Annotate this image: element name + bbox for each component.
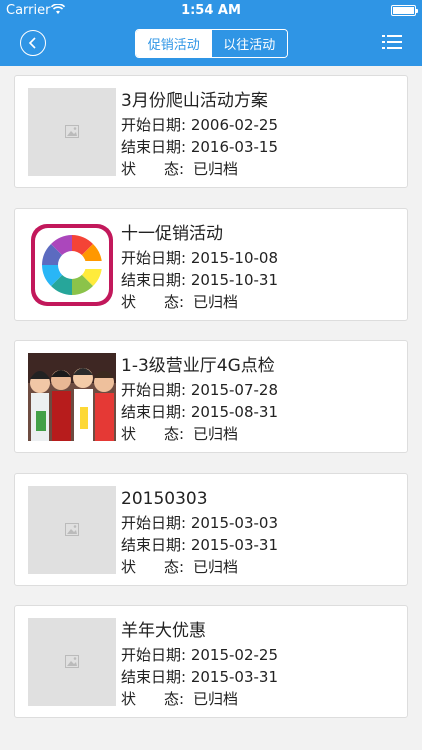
clock: 1:54 AM [181, 3, 241, 18]
start-date-value: 2015-02-25 [190, 646, 279, 664]
activity-thumbnail [28, 486, 116, 574]
end-date-value: 2015-03-31 [190, 668, 279, 686]
end-date-row: 结束日期: 2015-08-31 [121, 401, 403, 423]
tab-past-promotions[interactable]: 以往活动 [211, 30, 287, 57]
status-value: 已归档 [193, 690, 239, 708]
status-label-char2: 态: [164, 293, 185, 311]
end-date-label: 结束日期: [121, 271, 191, 289]
end-date-value: 2015-10-31 [190, 271, 279, 289]
status-label-char1: 状 [121, 558, 137, 576]
status-row: 状 态: 已归档 [121, 158, 403, 180]
tab-current-promotions[interactable]: 促销活动 [136, 30, 212, 57]
activity-title: 1-3级营业厅4G点检 [121, 356, 275, 376]
start-date-label: 开始日期: [121, 514, 191, 532]
start-date-row: 开始日期: 2015-02-25 [121, 644, 403, 666]
status-label-char2: 态: [164, 425, 185, 443]
status-label: 状 态: [121, 423, 193, 445]
activity-card[interactable]: 1-3级营业厅4G点检 开始日期: 2015-07-28 结束日期: 2015-… [14, 340, 408, 453]
activity-card[interactable]: 3月份爬山活动方案 开始日期: 2006-02-25 结束日期: 2016-03… [14, 75, 408, 188]
status-row: 状 态: 已归档 [121, 688, 403, 710]
status-label-char2: 态: [164, 558, 185, 576]
start-date-row: 开始日期: 2015-07-28 [121, 379, 403, 401]
end-date-label: 结束日期: [121, 536, 191, 554]
end-date-label: 结束日期: [121, 403, 191, 421]
end-date-value: 2015-08-31 [190, 403, 279, 421]
status-label-char1: 状 [121, 425, 137, 443]
start-date-label: 开始日期: [121, 381, 191, 399]
end-date-label: 结束日期: [121, 668, 191, 686]
status-label: 状 态: [121, 688, 193, 710]
activity-card[interactable]: 十一促销活动 开始日期: 2015-10-08 结束日期: 2015-10-31… [14, 208, 408, 321]
status-label: 状 态: [121, 158, 193, 180]
activity-thumbnail [28, 88, 116, 176]
people-photo [28, 353, 116, 441]
start-date-value: 2015-03-03 [190, 514, 279, 532]
chevron-left-icon [28, 37, 36, 49]
status-value: 已归档 [193, 160, 239, 178]
start-date-row: 开始日期: 2015-10-08 [121, 247, 403, 269]
end-date-row: 结束日期: 2015-10-31 [121, 269, 403, 291]
activity-card[interactable]: 20150303 开始日期: 2015-03-03 结束日期: 2015-03-… [14, 473, 408, 586]
start-date-label: 开始日期: [121, 646, 191, 664]
start-date-value: 2006-02-25 [190, 116, 279, 134]
end-date-value: 2016-03-15 [190, 138, 279, 156]
image-placeholder-icon [65, 523, 79, 536]
status-value: 已归档 [193, 558, 239, 576]
status-bar: Carrier 1:54 AM [0, 0, 422, 22]
image-placeholder-icon [65, 125, 79, 138]
nav-header: Carrier 1:54 AM 促销活动 以往活动 [0, 0, 422, 66]
color-g-logo [31, 224, 113, 306]
activity-thumbnail [28, 221, 116, 309]
activity-thumbnail [28, 618, 116, 706]
battery-icon [391, 5, 418, 16]
list-menu-icon[interactable] [382, 34, 402, 50]
status-row: 状 态: 已归档 [121, 556, 403, 578]
activity-title: 羊年大优惠 [121, 621, 206, 641]
image-placeholder-icon [65, 655, 79, 668]
start-date-label: 开始日期: [121, 116, 191, 134]
status-value: 已归档 [193, 293, 239, 311]
status-label-char1: 状 [121, 160, 137, 178]
start-date-row: 开始日期: 2006-02-25 [121, 114, 403, 136]
end-date-row: 结束日期: 2015-03-31 [121, 666, 403, 688]
activity-title: 20150303 [121, 489, 208, 509]
start-date-value: 2015-10-08 [190, 249, 279, 267]
status-row: 状 态: 已归档 [121, 423, 403, 445]
end-date-value: 2015-03-31 [190, 536, 279, 554]
end-date-row: 结束日期: 2016-03-15 [121, 136, 403, 158]
status-label: 状 态: [121, 291, 193, 313]
segmented-control: 促销活动 以往活动 [135, 29, 288, 58]
back-button[interactable] [20, 30, 46, 56]
activity-card[interactable]: 羊年大优惠 开始日期: 2015-02-25 结束日期: 2015-03-31 … [14, 605, 408, 718]
status-label: 状 态: [121, 556, 193, 578]
start-date-row: 开始日期: 2015-03-03 [121, 512, 403, 534]
status-row: 状 态: 已归档 [121, 291, 403, 313]
status-label-char2: 态: [164, 160, 185, 178]
end-date-row: 结束日期: 2015-03-31 [121, 534, 403, 556]
status-value: 已归档 [193, 425, 239, 443]
activity-title: 3月份爬山活动方案 [121, 91, 268, 111]
start-date-value: 2015-07-28 [190, 381, 279, 399]
activity-thumbnail [28, 353, 116, 441]
status-label-char1: 状 [121, 690, 137, 708]
status-label-char2: 态: [164, 690, 185, 708]
activity-title: 十一促销活动 [121, 224, 223, 244]
start-date-label: 开始日期: [121, 249, 191, 267]
end-date-label: 结束日期: [121, 138, 191, 156]
status-label-char1: 状 [121, 293, 137, 311]
